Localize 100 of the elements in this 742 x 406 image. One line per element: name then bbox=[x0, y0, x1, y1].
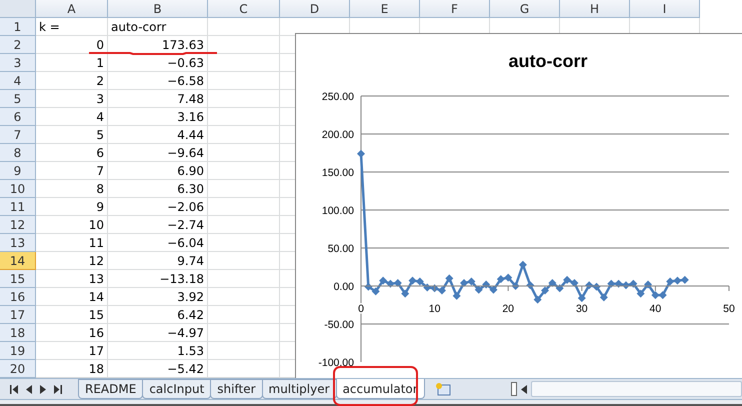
row-header[interactable]: 14 bbox=[0, 252, 36, 270]
data-point bbox=[518, 260, 527, 269]
x-tick-label: 50 bbox=[723, 303, 735, 315]
data-point bbox=[570, 278, 578, 287]
row-header[interactable]: 8 bbox=[0, 144, 36, 162]
sheet-tab[interactable]: calcInput bbox=[142, 379, 212, 399]
table-cell: −6.04 bbox=[108, 234, 208, 252]
column-header[interactable]: A bbox=[36, 0, 108, 18]
table-cell: 7.48 bbox=[108, 90, 208, 108]
table-cell: 3 bbox=[36, 90, 108, 108]
row-header[interactable]: 12 bbox=[0, 216, 36, 234]
table-cell: −4.97 bbox=[108, 324, 208, 342]
row-header[interactable]: 4 bbox=[0, 72, 36, 90]
table-cell: −2.06 bbox=[108, 198, 208, 216]
table-cell: 0 bbox=[36, 36, 108, 54]
data-point bbox=[452, 292, 461, 300]
next-sheet-icon[interactable] bbox=[40, 384, 46, 394]
table-cell: −0.63 bbox=[108, 54, 208, 72]
data-point bbox=[372, 287, 380, 296]
column-header[interactable]: H bbox=[560, 0, 630, 18]
previous-sheet-icon[interactable] bbox=[26, 384, 32, 394]
y-tick-label: 50.00 bbox=[328, 243, 354, 255]
row-header[interactable]: 18 bbox=[0, 324, 36, 342]
column-header[interactable]: G bbox=[490, 0, 560, 18]
row-header[interactable]: 13 bbox=[0, 234, 36, 252]
new-sheet-icon[interactable] bbox=[434, 382, 451, 396]
data-point bbox=[416, 277, 424, 286]
row-header[interactable]: 19 bbox=[0, 342, 36, 360]
table-cell: 12 bbox=[36, 252, 108, 270]
last-sheet-icon[interactable] bbox=[54, 384, 62, 394]
table-cell: 6.90 bbox=[108, 162, 208, 180]
table-cell: 9.74 bbox=[108, 252, 208, 270]
data-point bbox=[563, 276, 572, 284]
row-header[interactable]: 11 bbox=[0, 198, 36, 216]
data-point bbox=[364, 282, 372, 291]
row-header[interactable]: 7 bbox=[0, 126, 36, 144]
table-cell: 4 bbox=[36, 108, 108, 126]
row-header[interactable]: 16 bbox=[0, 288, 36, 306]
column-header[interactable]: D bbox=[280, 0, 350, 18]
data-point bbox=[394, 278, 402, 287]
y-tick-label: 200.00 bbox=[322, 129, 354, 141]
data-point bbox=[401, 290, 410, 298]
table-cell: 3.16 bbox=[108, 108, 208, 126]
data-point bbox=[600, 293, 608, 302]
row-header[interactable]: 9 bbox=[0, 162, 36, 180]
table-cell: 6 bbox=[36, 144, 108, 162]
data-point bbox=[445, 274, 454, 282]
data-point bbox=[423, 284, 432, 292]
x-tick-label: 0 bbox=[358, 303, 364, 315]
y-tick-label: 100.00 bbox=[322, 205, 354, 217]
table-cell: 14 bbox=[36, 288, 108, 306]
row-header[interactable]: 3 bbox=[0, 54, 36, 72]
empty-cell bbox=[208, 18, 280, 36]
horizontal-scrollbar[interactable] bbox=[530, 381, 742, 397]
data-point bbox=[636, 290, 645, 298]
sheet-tab[interactable]: accumulator bbox=[336, 379, 425, 399]
y-tick-label: 250.00 bbox=[322, 91, 354, 103]
data-point bbox=[474, 286, 483, 294]
splitter-handle[interactable] bbox=[510, 382, 517, 396]
sheet-tab[interactable]: shifter bbox=[210, 379, 263, 399]
data-point bbox=[438, 286, 446, 295]
data-point bbox=[592, 282, 601, 291]
chart-title: auto-corr bbox=[508, 51, 588, 71]
data-point bbox=[548, 278, 556, 287]
row-header[interactable]: 1 bbox=[0, 18, 36, 36]
first-sheet-icon[interactable] bbox=[10, 384, 18, 394]
row-header[interactable]: 20 bbox=[0, 360, 36, 378]
row-header[interactable]: 10 bbox=[0, 180, 36, 198]
column-header[interactable]: F bbox=[420, 0, 490, 18]
row-header[interactable]: 2 bbox=[0, 36, 36, 54]
row-header[interactable]: 17 bbox=[0, 306, 36, 324]
column-header[interactable]: E bbox=[350, 0, 420, 18]
row-header[interactable]: 6 bbox=[0, 108, 36, 126]
data-point bbox=[658, 291, 667, 300]
row-header[interactable]: 5 bbox=[0, 90, 36, 108]
scroll-left-icon[interactable] bbox=[520, 384, 527, 394]
data-point bbox=[526, 281, 534, 290]
column-header[interactable]: C bbox=[208, 0, 280, 18]
column-header[interactable]: B bbox=[108, 0, 208, 18]
column-header[interactable]: I bbox=[630, 0, 700, 18]
data-point bbox=[666, 277, 674, 286]
data-point bbox=[430, 284, 439, 292]
table-cell: 16 bbox=[36, 324, 108, 342]
data-point bbox=[614, 280, 623, 288]
data-point bbox=[651, 291, 660, 300]
row-header[interactable]: 15 bbox=[0, 270, 36, 288]
table-cell: 9 bbox=[36, 198, 108, 216]
table-cell: 17 bbox=[36, 342, 108, 360]
table-cell: 15 bbox=[36, 306, 108, 324]
sheet-tab[interactable]: README bbox=[78, 379, 144, 399]
data-point bbox=[386, 280, 394, 288]
x-tick-label: 10 bbox=[428, 303, 440, 315]
table-cell: 1.53 bbox=[108, 342, 208, 360]
sheet-tab[interactable]: multiplyer bbox=[262, 379, 337, 399]
data-point bbox=[496, 275, 505, 284]
data-point bbox=[578, 294, 586, 302]
table-cell: 7 bbox=[36, 162, 108, 180]
table-cell: −6.58 bbox=[108, 72, 208, 90]
data-point bbox=[673, 276, 682, 285]
y-tick-label: -50.00 bbox=[324, 319, 354, 331]
